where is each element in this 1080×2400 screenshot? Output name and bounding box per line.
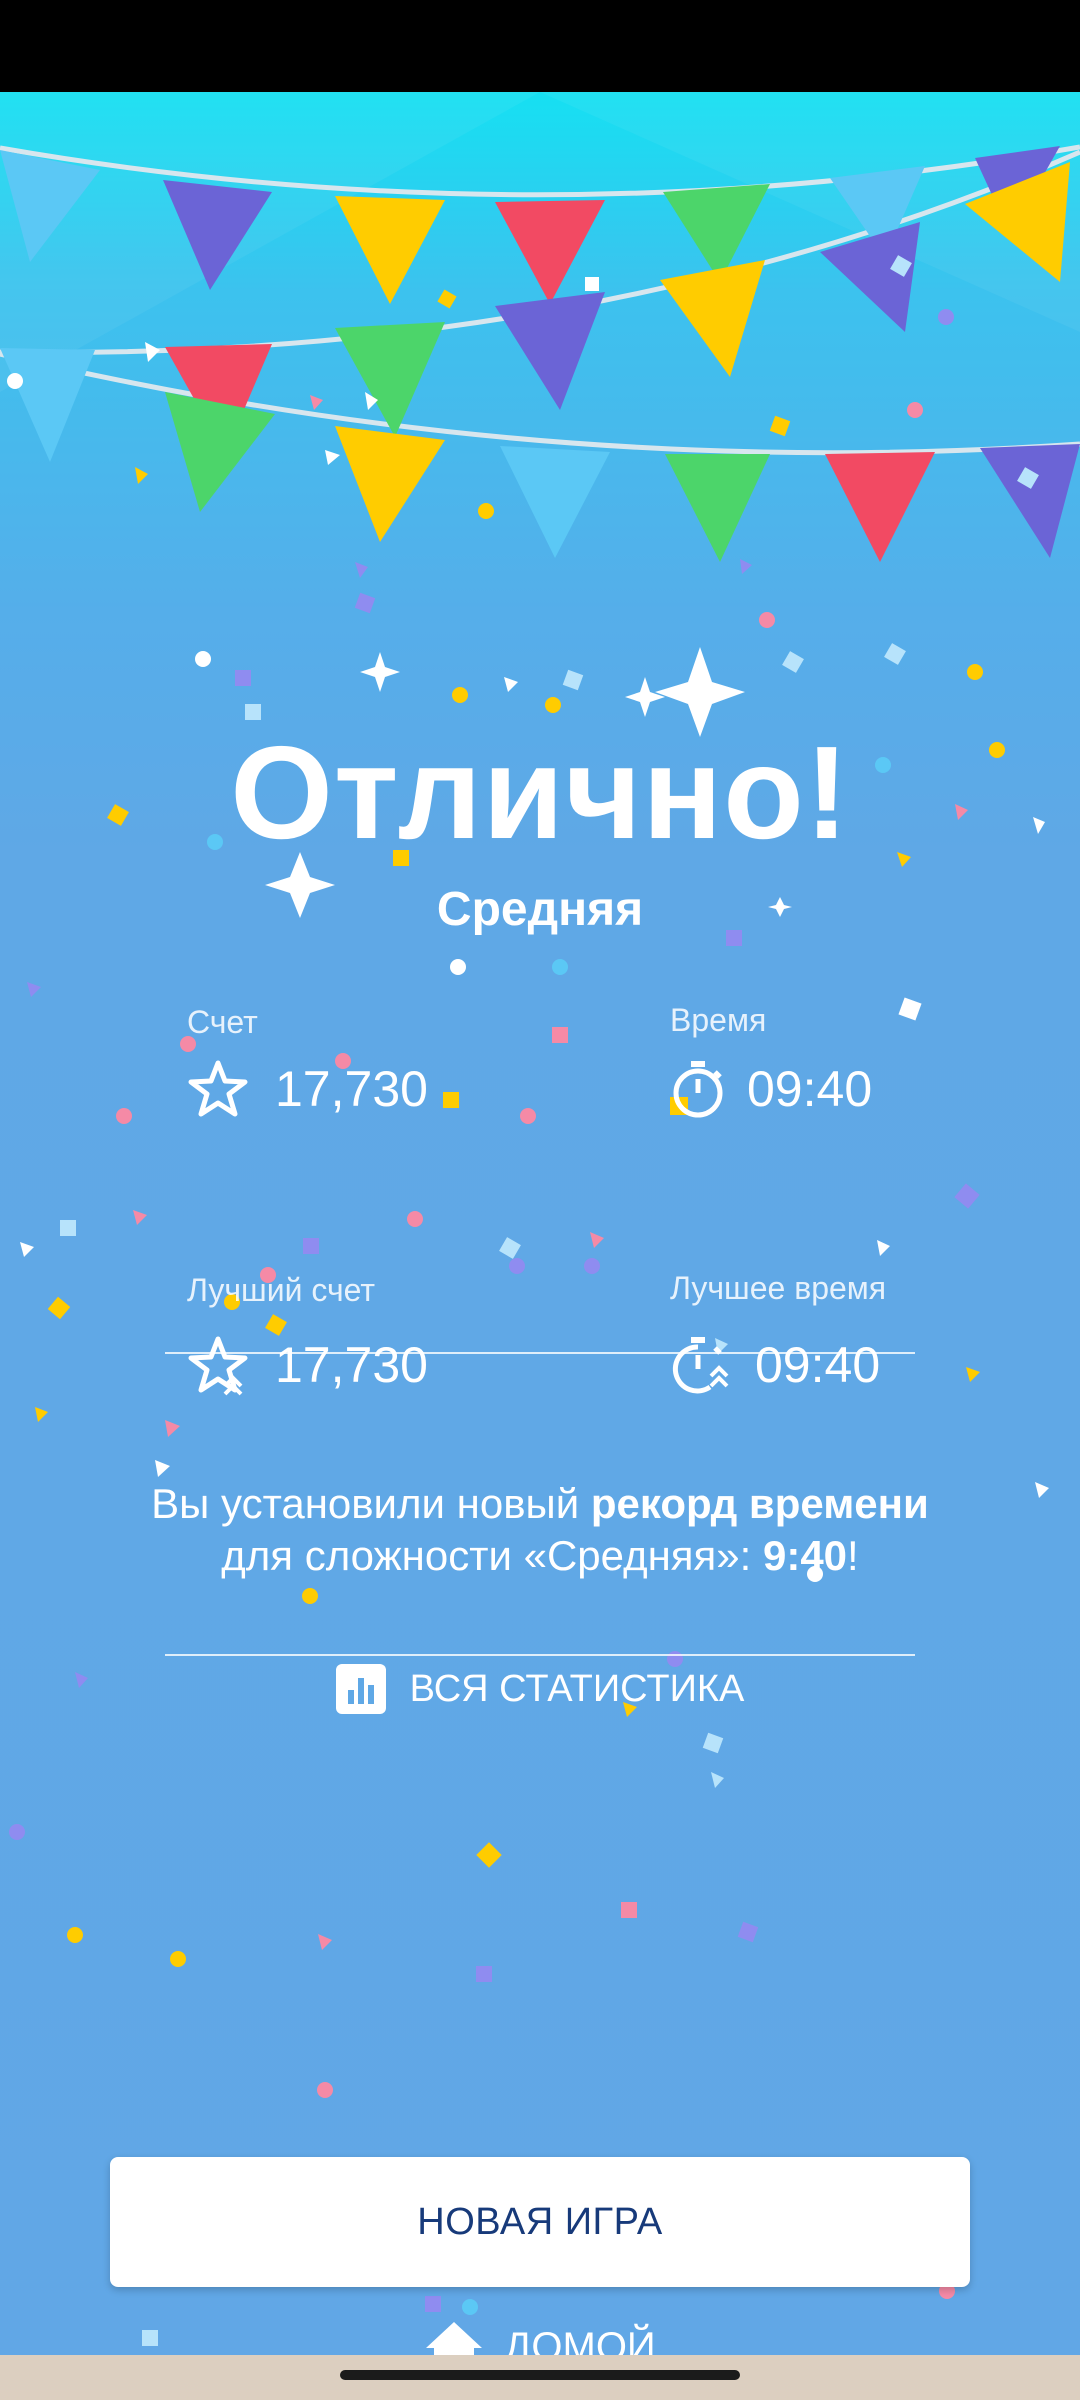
- best-time-value-row: 09:40: [667, 1334, 880, 1396]
- star-icon: [188, 1060, 248, 1117]
- score-label: Счет: [187, 1004, 258, 1040]
- all-stats-label: ВСЯ СТАТИСТИКА: [409, 1667, 745, 1710]
- score-value: 17,730: [275, 1061, 428, 1117]
- home-label: ДОМОЙ: [504, 2324, 656, 2356]
- stopwatch-icon: [673, 1061, 723, 1118]
- home-button[interactable]: ДОМОЙ: [0, 2320, 1080, 2355]
- difficulty-label: Средняя: [436, 883, 644, 936]
- status-bar: [0, 0, 1080, 92]
- star-up-icon: [188, 1336, 248, 1396]
- time-value: 09:40: [747, 1061, 873, 1117]
- record-time: 9:40: [762, 1532, 848, 1579]
- result-title: Отлично!: [230, 719, 850, 866]
- record-suffix: !: [847, 1532, 859, 1579]
- record-highlight: рекорд времени: [590, 1480, 929, 1527]
- gesture-handle[interactable]: [340, 2370, 740, 2380]
- best-score-value-row: 17,730: [187, 1334, 428, 1396]
- record-prefix: Вы установили новый: [151, 1480, 591, 1527]
- best-time-value: 09:40: [755, 1337, 881, 1393]
- time-value-row: 09:40: [667, 1058, 872, 1120]
- home-icon: [426, 2322, 483, 2355]
- bar-chart-icon: [335, 1664, 386, 1714]
- new-game-button[interactable]: НОВАЯ ИГРА: [110, 2157, 970, 2287]
- best-score-value: 17,730: [275, 1337, 428, 1393]
- confetti-decoration: [7, 255, 1049, 2346]
- best-time-label: Лучшее время: [670, 1270, 887, 1306]
- celebration-screen: Отлично! Средняя Счет 17,730 Время 09:40…: [0, 92, 1080, 2355]
- stopwatch-up-icon: [672, 1337, 729, 1394]
- top-divider: [165, 1352, 915, 1354]
- all-stats-link[interactable]: ВСЯ СТАТИСТИКА: [0, 1664, 1080, 1714]
- record-middle: для сложности «Средняя»:: [221, 1532, 763, 1579]
- score-value-row: 17,730: [187, 1058, 428, 1120]
- record-message: Вы установили новый рекорд времени для с…: [150, 1478, 930, 1582]
- best-score-label: Лучший счет: [187, 1272, 376, 1308]
- bottom-divider: [165, 1654, 915, 1656]
- time-label: Время: [670, 1002, 767, 1038]
